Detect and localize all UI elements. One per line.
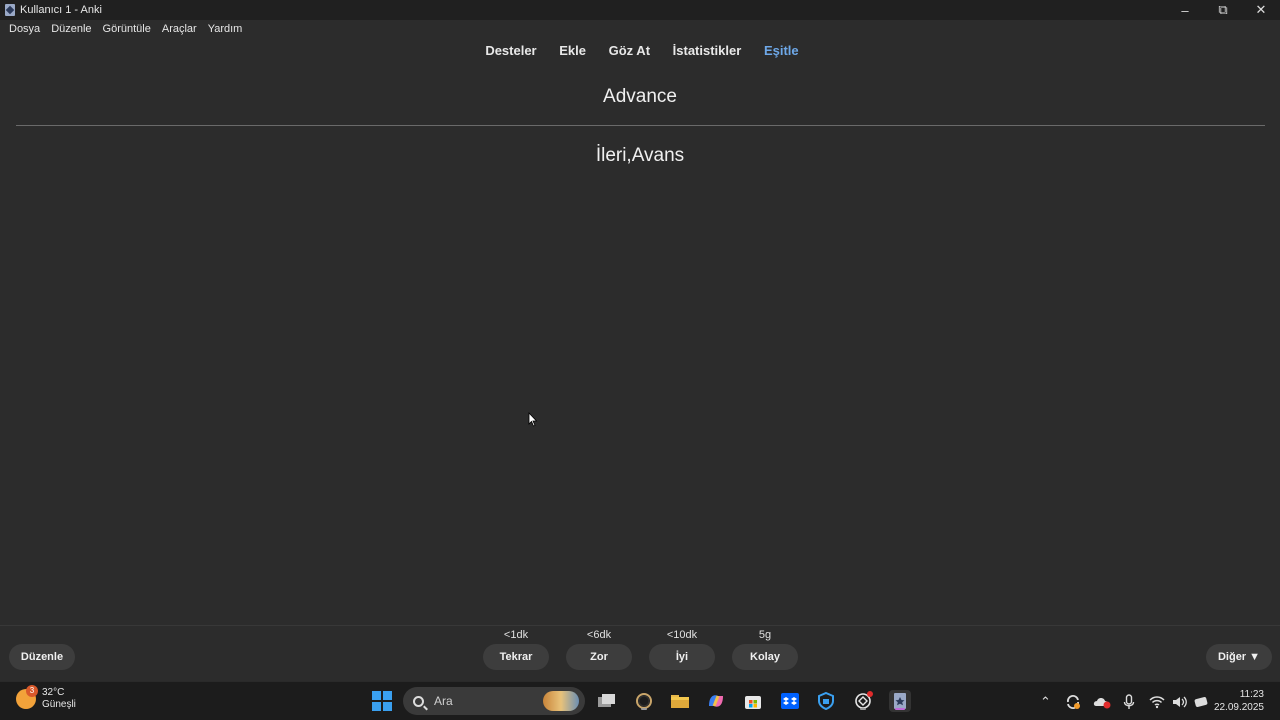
vpn-shield-icon[interactable] <box>815 690 837 712</box>
weather-widget[interactable]: 3 32°C Güneşli <box>16 685 76 711</box>
card-front-text: Advance <box>603 86 677 107</box>
close-button[interactable]: ✕ <box>1242 0 1280 20</box>
search-highlight-icon <box>543 691 579 711</box>
answer-good-button[interactable]: İyi <box>649 644 715 670</box>
taskbar-clock[interactable]: 11:23 22.09.2025 <box>1214 688 1264 714</box>
review-bottom-bar: Düzenle <1dk Tekrar <6dk Zor <10dk İyi 5… <box>0 625 1280 681</box>
anki-app-icon <box>4 4 16 16</box>
nav-browse[interactable]: Göz At <box>609 43 650 58</box>
top-navigation: Desteler Ekle Göz At İstatistikler Eşitl… <box>474 39 810 61</box>
menu-help[interactable]: Yardım <box>208 23 243 35</box>
menu-file[interactable]: Dosya <box>9 23 40 35</box>
microsoft-store-icon[interactable] <box>742 690 764 712</box>
menu-edit[interactable]: Düzenle <box>51 23 91 35</box>
wifi-icon[interactable] <box>1149 695 1165 709</box>
edit-button[interactable]: Düzenle <box>9 644 75 670</box>
system-tray: ⌃ <box>1040 682 1209 720</box>
answer-divider <box>16 125 1265 126</box>
minimize-button[interactable]: – <box>1166 0 1204 20</box>
windows-start-icon[interactable] <box>371 690 393 712</box>
interval-again: <1dk <box>503 629 529 641</box>
nav-stats[interactable]: İstatistikler <box>673 43 742 58</box>
taskbar-search-box[interactable]: Ara <box>403 687 585 715</box>
sync-update-icon[interactable] <box>1065 694 1081 710</box>
chatgpt-icon[interactable] <box>852 690 874 712</box>
file-explorer-icon[interactable] <box>669 690 691 712</box>
nav-decks[interactable]: Desteler <box>485 43 536 58</box>
nav-sync[interactable]: Eşitle <box>764 43 799 58</box>
answer-easy-button[interactable]: Kolay <box>732 644 798 670</box>
clock-time: 11:23 <box>1239 689 1264 700</box>
nav-add[interactable]: Ekle <box>559 43 586 58</box>
interval-easy: 5g <box>758 629 772 641</box>
copilot-icon[interactable] <box>705 690 727 712</box>
anki-taskbar-icon[interactable] <box>889 690 911 712</box>
mouse-cursor-icon <box>528 412 538 427</box>
sun-icon: 3 <box>16 685 38 709</box>
cortana-ring-icon[interactable] <box>633 690 655 712</box>
interval-good: <10dk <box>666 629 698 641</box>
window-title: Kullanıcı 1 - Anki <box>20 4 102 16</box>
weather-condition: Güneşli <box>42 699 76 710</box>
interval-hard: <6dk <box>586 629 612 641</box>
maximize-button[interactable]: ⧉ <box>1204 0 1242 20</box>
chevron-up-icon[interactable]: ⌃ <box>1040 694 1051 710</box>
menu-tools[interactable]: Araçlar <box>162 23 197 35</box>
task-view-icon[interactable] <box>596 690 618 712</box>
microphone-icon[interactable] <box>1123 693 1135 710</box>
menu-bar: Dosya Düzenle Görüntüle Araçlar Yardım <box>0 20 1280 38</box>
volume-icon[interactable] <box>1171 695 1187 709</box>
search-icon <box>413 695 424 707</box>
battery-icon[interactable] <box>1193 695 1209 709</box>
card-back-text: İleri,Avans <box>595 145 685 166</box>
onedrive-error-icon[interactable] <box>1093 695 1111 709</box>
title-bar: Kullanıcı 1 - Anki – ⧉ ✕ <box>0 0 1280 20</box>
answer-again-button[interactable]: Tekrar <box>483 644 549 670</box>
weather-temperature: 32°C <box>42 687 65 698</box>
search-placeholder: Ara <box>434 694 453 708</box>
dropbox-icon[interactable] <box>779 690 801 712</box>
more-button[interactable]: Diğer ▼ <box>1206 644 1272 670</box>
menu-view[interactable]: Görüntüle <box>103 23 151 35</box>
answer-hard-button[interactable]: Zor <box>566 644 632 670</box>
windows-taskbar: 3 32°C Güneşli Ara ⌃ 11:23 22.09.2025 <box>0 681 1280 720</box>
clock-date: 22.09.2025 <box>1213 702 1264 713</box>
